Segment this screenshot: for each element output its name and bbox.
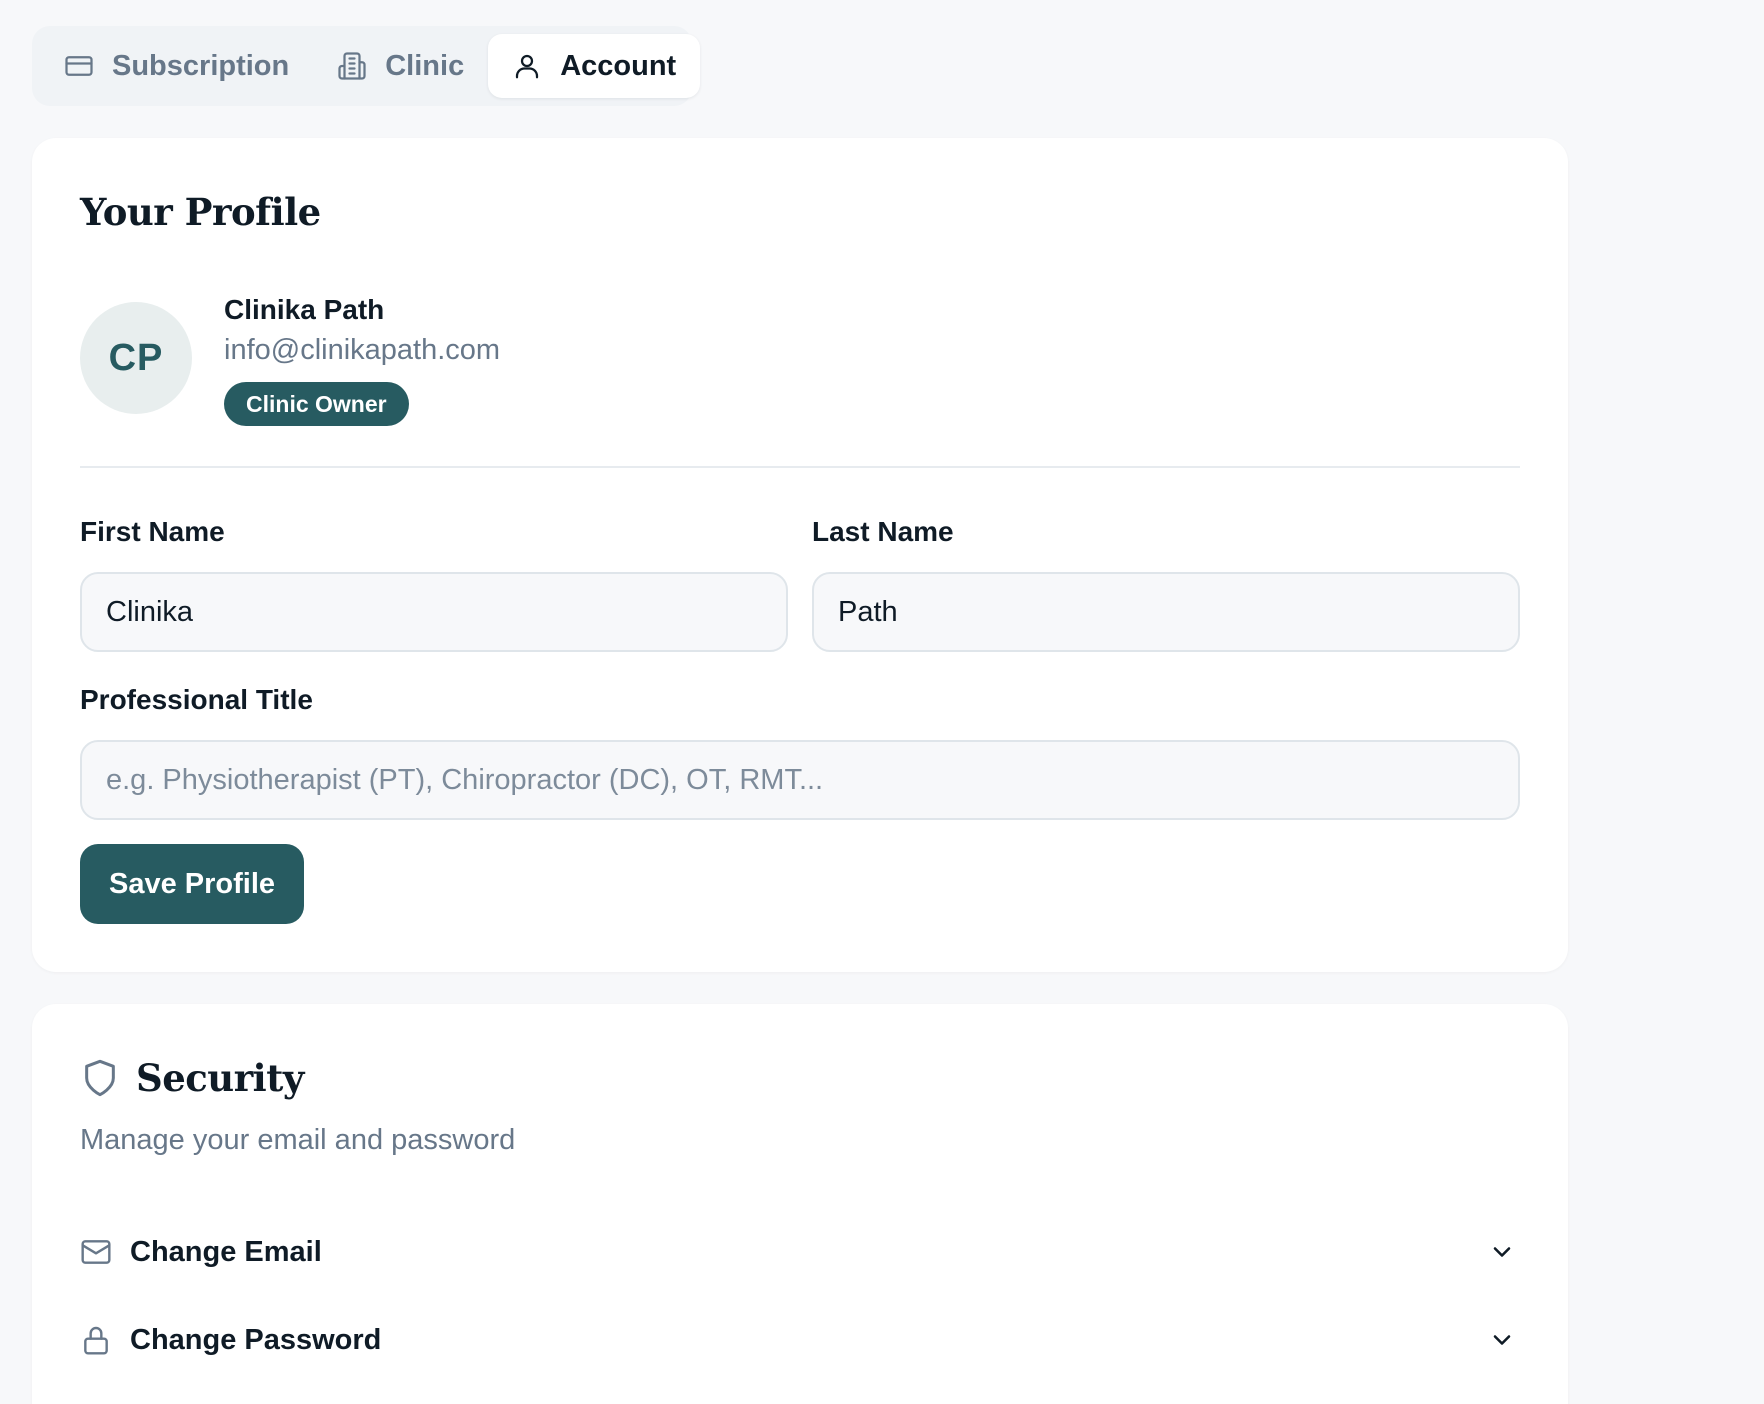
role-badge: Clinic Owner <box>224 382 409 426</box>
chevron-down-icon[interactable] <box>1488 1238 1516 1266</box>
security-title: Security <box>136 1056 304 1100</box>
security-card: Security Manage your email and password … <box>32 1004 1568 1404</box>
first-name-field[interactable] <box>80 572 788 652</box>
change-email-label: Change Email <box>130 1235 322 1268</box>
shield-icon <box>80 1058 120 1098</box>
building-icon <box>337 51 367 81</box>
save-profile-button[interactable]: Save Profile <box>80 844 304 924</box>
change-email-row[interactable]: Change Email <box>80 1222 1520 1282</box>
avatar: CP <box>80 302 192 414</box>
first-name-label: First Name <box>80 516 225 547</box>
change-password-label: Change Password <box>130 1323 382 1356</box>
settings-tabs: Subscription Clinic Account <box>32 26 701 106</box>
profile-title: Your Profile <box>80 190 321 234</box>
change-password-row[interactable]: Change Password <box>80 1310 1520 1370</box>
tab-label: Clinic <box>385 49 465 82</box>
lock-icon <box>80 1324 112 1356</box>
user-email: info@clinikapath.com <box>224 334 501 366</box>
professional-title-field[interactable] <box>80 740 1520 820</box>
professional-title-label: Professional Title <box>80 684 313 715</box>
last-name-field[interactable] <box>812 572 1520 652</box>
mail-icon <box>80 1236 112 1268</box>
credit-card-icon <box>64 51 94 81</box>
settings-page: Subscription Clinic Account Your Profile… <box>0 0 1764 1404</box>
tab-account[interactable]: Account <box>488 34 701 98</box>
divider <box>80 466 1520 468</box>
user-icon <box>512 51 542 81</box>
profile-card: Your Profile CP Clinika Path info@clinik… <box>32 138 1568 972</box>
tab-subscription[interactable]: Subscription <box>40 34 313 98</box>
security-header: Security <box>80 1056 304 1100</box>
user-name: Clinika Path <box>224 294 385 325</box>
last-name-label: Last Name <box>812 516 954 547</box>
chevron-down-icon[interactable] <box>1488 1326 1516 1354</box>
tab-label: Account <box>560 49 677 82</box>
tab-clinic[interactable]: Clinic <box>313 34 488 98</box>
tab-label: Subscription <box>112 49 290 82</box>
security-subtitle: Manage your email and password <box>80 1124 516 1156</box>
